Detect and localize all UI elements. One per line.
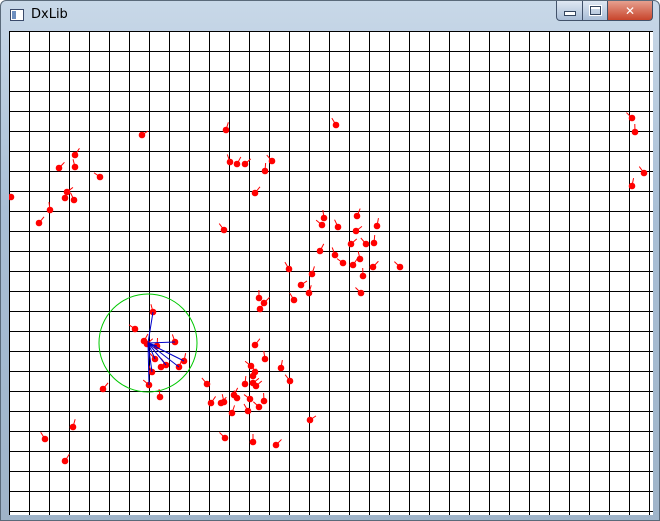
agent-dot <box>41 435 49 443</box>
agent-dot <box>70 196 78 204</box>
agent-dot <box>277 364 285 372</box>
agent-dot <box>252 382 260 390</box>
agent-dot <box>249 438 257 446</box>
agent-dot <box>246 395 254 403</box>
agent-dot <box>226 158 234 166</box>
agent-dot <box>241 380 249 388</box>
maximize-icon <box>589 6 601 15</box>
agent-dot <box>306 416 314 424</box>
agent-dot <box>222 126 230 134</box>
agent-dot <box>249 372 257 380</box>
agent-dot <box>61 457 69 465</box>
agent-dot <box>373 222 381 230</box>
agent-dot <box>285 265 293 273</box>
agent-dot <box>256 305 264 313</box>
agent-dot <box>157 363 165 371</box>
agent-dot <box>349 261 357 269</box>
agent-dot <box>251 189 259 197</box>
agent-dot <box>221 434 229 442</box>
agent-dot <box>156 393 164 401</box>
agent-dot <box>347 240 355 248</box>
agent-dot <box>318 221 326 229</box>
maximize-button[interactable] <box>582 1 608 21</box>
agent-dot <box>353 212 361 220</box>
agent-dot <box>370 239 378 247</box>
agent-dot <box>631 128 639 136</box>
agent-dot <box>251 341 259 349</box>
agent-dot <box>244 407 252 415</box>
agent-dot <box>369 263 377 271</box>
window-title: DxLib <box>31 7 68 22</box>
agent-dot <box>261 167 269 175</box>
agent-dot <box>261 355 269 363</box>
agent-dot <box>316 247 324 255</box>
agent-dot <box>320 214 328 222</box>
agent-dot <box>332 121 340 129</box>
agent-dot <box>9 193 15 201</box>
agent-dot <box>71 163 79 171</box>
agent-dot <box>305 289 313 297</box>
agent-dot <box>233 394 241 402</box>
agent-dot <box>308 270 316 278</box>
agent-dot <box>233 160 241 168</box>
simulation-canvas[interactable] <box>9 31 653 515</box>
agent-dot <box>628 114 636 122</box>
agent-dot <box>339 259 347 267</box>
agent-dot <box>297 281 305 289</box>
agent-dot <box>255 294 263 302</box>
agent-dot <box>61 194 69 202</box>
agent-dot <box>131 325 139 333</box>
agent-dot <box>260 397 268 405</box>
agent-dot <box>255 403 263 411</box>
agent-dot <box>286 377 294 385</box>
agent-dot <box>55 164 63 172</box>
neighbor-line <box>147 311 154 344</box>
agent-dot <box>228 409 236 417</box>
agent-dot <box>96 173 104 181</box>
minimize-icon <box>563 11 576 16</box>
agent-dot <box>207 399 215 407</box>
agent-dot <box>290 296 298 304</box>
scene-svg <box>9 31 653 515</box>
agent-dot <box>640 169 648 177</box>
agent-dot <box>334 223 342 231</box>
agent-dot <box>396 263 404 271</box>
neighbor-line <box>147 341 176 344</box>
app-window: DxLib ✕ <box>0 0 660 521</box>
agent-dot <box>69 423 77 431</box>
agent-dot <box>35 219 43 227</box>
agent-dot <box>203 380 211 388</box>
agent-dot <box>241 160 249 168</box>
minimize-button[interactable] <box>556 1 583 21</box>
agent-dot <box>359 272 367 280</box>
agent-dot <box>331 251 339 259</box>
agent-dot <box>220 226 228 234</box>
agent-dot <box>46 206 54 214</box>
title-bar[interactable]: DxLib ✕ <box>1 1 659 31</box>
agent-dot <box>217 399 225 407</box>
agent-dot <box>138 131 146 139</box>
agent-dot <box>362 240 370 248</box>
close-button[interactable]: ✕ <box>607 1 653 21</box>
agent-dot <box>357 289 365 297</box>
agent-dot <box>272 441 280 449</box>
app-window-icon[interactable] <box>10 9 24 21</box>
agent-dot <box>268 157 276 165</box>
agent-dot <box>352 227 360 235</box>
agent-dot <box>99 385 107 393</box>
agent-dot <box>628 182 636 190</box>
agent-dot <box>71 151 79 159</box>
